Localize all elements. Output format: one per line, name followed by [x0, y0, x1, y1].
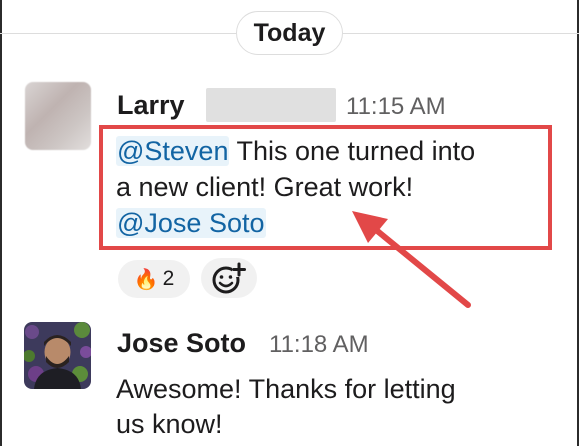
message-timestamp[interactable]: 11:18 AM	[269, 331, 369, 359]
annotation-arrow	[352, 211, 471, 308]
fire-icon: 🔥	[133, 268, 159, 291]
avatar-photo	[24, 322, 91, 389]
message-author[interactable]: Larry	[117, 90, 185, 121]
day-divider-label: Today	[253, 18, 326, 47]
message-line: us know!	[116, 409, 223, 439]
redacted-lastname	[206, 88, 336, 122]
avatar[interactable]	[25, 82, 91, 150]
window-edge-left	[0, 0, 2, 446]
day-divider-pill[interactable]: Today	[236, 11, 343, 55]
annotation-highlight-box	[99, 125, 552, 250]
reaction-pill[interactable]: 🔥 2	[118, 260, 190, 298]
message-author[interactable]: Jose Soto	[117, 328, 246, 359]
reaction-count: 2	[162, 267, 175, 290]
message-timestamp[interactable]: 11:15 AM	[346, 93, 446, 121]
add-reaction-icon	[212, 262, 246, 294]
message-line: Awesome! Thanks for letting	[116, 374, 456, 404]
add-reaction-button[interactable]	[201, 258, 257, 298]
avatar[interactable]	[24, 322, 91, 389]
